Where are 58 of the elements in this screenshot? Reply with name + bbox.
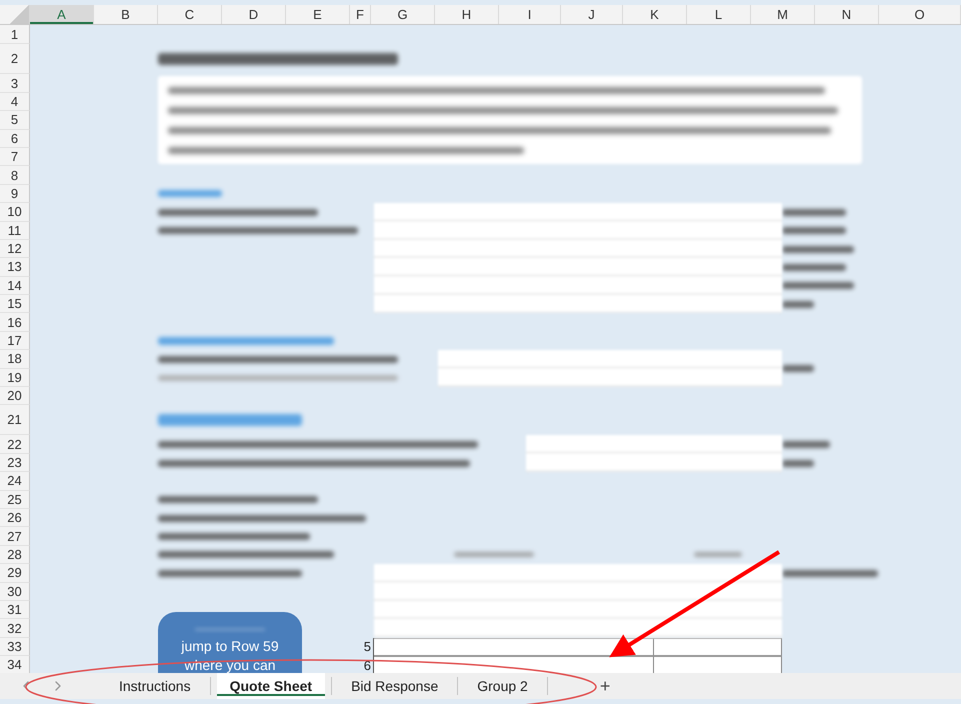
input-field[interactable] — [438, 350, 782, 388]
input-field[interactable] — [526, 435, 782, 472]
row-header[interactable]: 17 — [0, 332, 30, 350]
row-header[interactable]: 10 — [0, 203, 30, 222]
row-header[interactable]: 8 — [0, 166, 30, 185]
row-header[interactable]: 28 — [0, 546, 30, 564]
row-header[interactable]: 11 — [0, 222, 30, 240]
blurred-text — [782, 365, 814, 372]
row-header[interactable]: 24 — [0, 472, 30, 491]
row-header[interactable]: 26 — [0, 508, 30, 528]
row-header[interactable]: 2 — [0, 44, 30, 74]
row-header[interactable]: 30 — [0, 582, 30, 601]
row-header[interactable]: 21 — [0, 405, 30, 436]
row-header[interactable]: 9 — [0, 184, 30, 204]
row-header[interactable]: 4 — [0, 92, 30, 112]
row-header[interactable]: 3 — [0, 74, 30, 93]
row-header[interactable]: 22 — [0, 435, 30, 454]
blurred-text — [782, 208, 846, 216]
row-header[interactable]: 6 — [0, 130, 30, 148]
blurred-text — [782, 460, 814, 466]
blurred-text — [782, 282, 854, 290]
row-header[interactable]: 16 — [0, 313, 30, 332]
sheet-tab[interactable]: Instructions — [106, 673, 204, 699]
row-header[interactable]: 29 — [0, 564, 30, 583]
add-sheet-button[interactable]: + — [594, 674, 616, 698]
blurred-text — [158, 190, 222, 198]
row-header[interactable]: 7 — [0, 148, 30, 166]
input-field[interactable] — [374, 564, 782, 638]
row-header[interactable]: 25 — [0, 490, 30, 509]
blurred-text — [782, 246, 854, 253]
row-header[interactable]: 33 — [0, 638, 30, 656]
table-cell[interactable] — [374, 656, 654, 673]
row-header[interactable]: 5 — [0, 111, 30, 130]
sheet-tab[interactable]: Group 2 — [464, 673, 541, 699]
blurred-text — [782, 300, 814, 308]
column-header[interactable]: A — [30, 5, 94, 24]
sheet-tab[interactable]: Quote Sheet — [216, 673, 326, 699]
row-header[interactable]: 20 — [0, 387, 30, 406]
row-header[interactable]: 23 — [0, 454, 30, 472]
sheet-tab[interactable]: Bid Response — [338, 673, 452, 699]
row-header[interactable]: 1 — [0, 25, 30, 44]
blurred-text — [694, 552, 742, 558]
row-header[interactable]: 12 — [0, 240, 30, 258]
row-header[interactable]: 34 — [0, 656, 30, 673]
row-header[interactable]: 15 — [0, 295, 30, 314]
row-header[interactable]: 13 — [0, 258, 30, 277]
row-header[interactable]: 19 — [0, 368, 30, 388]
blurred-text — [782, 441, 830, 448]
input-field[interactable] — [374, 203, 782, 314]
row-header[interactable]: 32 — [0, 619, 30, 638]
row-header[interactable]: 27 — [0, 527, 30, 546]
row-header[interactable]: 14 — [0, 276, 30, 296]
blurred-text — [782, 227, 846, 234]
table-cell[interactable] — [654, 656, 782, 673]
blurred-text — [782, 264, 846, 271]
row-header[interactable]: 31 — [0, 600, 30, 620]
row-header[interactable]: 18 — [0, 350, 30, 369]
table-cell[interactable] — [654, 638, 782, 656]
